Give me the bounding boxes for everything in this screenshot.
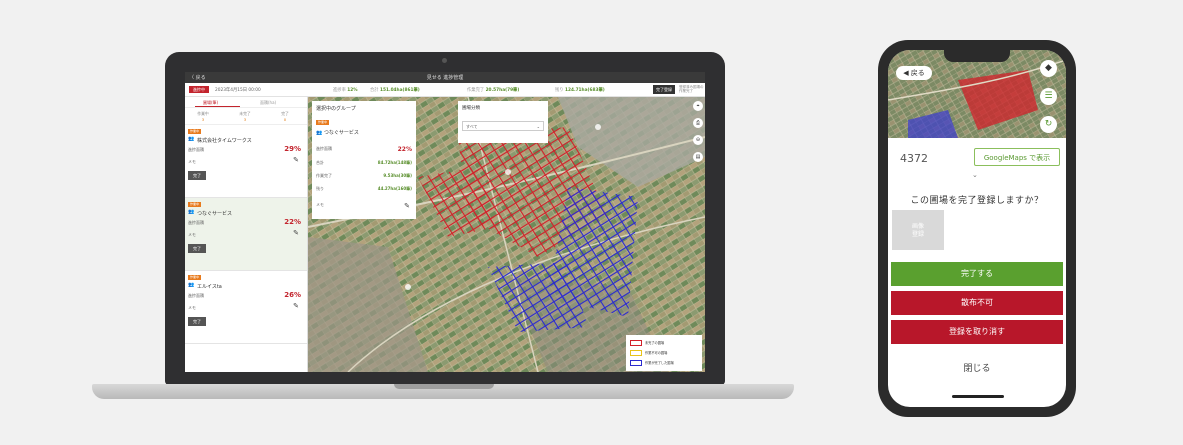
stat-done: 作業完了 20.57ha(79筆) <box>467 88 520 93</box>
legend-item: 未完了の圃場 <box>630 340 664 346</box>
memo-row: メモ <box>316 202 324 207</box>
edit-pencil-icon[interactable]: ✎ <box>404 202 410 210</box>
complete-button[interactable]: 完了 <box>188 317 206 326</box>
status-badge: 進捗中 <box>189 86 209 93</box>
zoom-out-icon[interactable]: ⊖ <box>693 135 703 145</box>
field-map[interactable]: 選択中のグループ 作業中 👥 つなぐサービス 進捗面積 22% 合計 84.72ha… <box>308 97 705 372</box>
status-tag: 作業中 <box>188 275 202 280</box>
list-icon[interactable]: ☰ <box>1040 88 1057 105</box>
group-name: エルイスta <box>197 284 222 290</box>
progress-percent: 26% <box>284 291 301 299</box>
stat-remaining: 残り 124.71ha(683筆) <box>555 88 605 93</box>
summary-row: 進捗面積 22% <box>316 146 412 153</box>
active-tab-indicator <box>195 106 240 107</box>
selected-group-panel: 選択中のグループ 作業中 👥 つなぐサービス 進捗面積 22% 合計 84.72ha… <box>312 101 416 219</box>
status-tag: 作業中 <box>316 120 330 125</box>
complete-button[interactable]: 完了 <box>188 171 206 180</box>
count-value: 3 <box>243 117 247 122</box>
progress-label: 進捗面積 <box>188 293 204 298</box>
laptop-base-notch <box>394 384 494 389</box>
phone-map[interactable]: ◀ 戻る ◆ ☰ ↻ <box>888 50 1066 138</box>
person-icon: 👥 <box>188 282 195 288</box>
complete-button[interactable]: 完了する <box>891 262 1063 286</box>
field-classification-panel: 圃場分類 すべて ⌄ <box>458 101 548 143</box>
group-card[interactable]: 作業中 👥 エルイスta 進捗面積 26% メモ ✎ 完了 <box>185 271 307 344</box>
status-tag: 作業中 <box>188 129 202 134</box>
progress-label: 進捗面積 <box>188 220 204 225</box>
legend-item: 作業が完了した圃場 <box>630 360 674 366</box>
status-counts: 作業中 3 未完了 3 完了 0 <box>185 108 307 125</box>
laptop-camera <box>442 58 447 63</box>
phone-screen: ◀ 戻る ◆ ☰ ↻ 4372 GoogleMaps で表示 ⌄ この圃場を完了… <box>888 50 1066 407</box>
app-header: 〈 戻る 見せる 進捗管理 <box>185 72 705 83</box>
group-name-text: つなぐサービス <box>323 130 359 136</box>
progress-label: 進捗面積 <box>188 147 204 152</box>
register-note: 登録済み圃場の作業完了 <box>679 85 704 93</box>
refresh-icon[interactable]: ↻ <box>1040 116 1057 133</box>
complete-button[interactable]: 完了 <box>188 244 206 253</box>
app-title: 見せる 進捗管理 <box>426 75 464 81</box>
status-tag: 作業中 <box>188 202 202 207</box>
confirm-question: この圃場を完了登録しますか？ <box>910 196 1044 206</box>
home-indicator <box>952 395 1004 398</box>
close-button[interactable]: 閉じる <box>888 361 1066 374</box>
progress-percent: 29% <box>284 145 301 153</box>
summary-row: 作業完了 9.53ha(30筆) <box>316 173 412 178</box>
layers-icon[interactable]: ▤ <box>693 152 703 162</box>
memo-label: メモ <box>188 232 196 237</box>
register-button[interactable]: 完了登録 <box>653 85 675 94</box>
map-legend: 未完了の圃場 作業不可の圃場 作業が完了した圃場 <box>626 335 702 371</box>
edit-pencil-icon[interactable]: ✎ <box>293 302 299 310</box>
stat-progress: 進捗率 12% <box>333 88 358 93</box>
count-value: 0 <box>283 117 287 122</box>
group-card[interactable]: 作業中 👥 つなぐサービス 進捗面積 22% メモ ✎ 完了 <box>185 198 307 271</box>
phone-notch <box>944 50 1010 62</box>
date-range: 2023年4月15日 00:00 <box>215 88 261 93</box>
group-name: 株式会社タイムワークス <box>197 138 252 144</box>
tab-area[interactable]: 面積(ha) <box>260 100 276 106</box>
list-tabs: 圃場(筆) 面積(ha) <box>185 97 307 108</box>
google-maps-button[interactable]: GoogleMaps で表示 <box>974 148 1060 166</box>
group-name: つなぐサービス <box>197 211 233 217</box>
group-card[interactable]: 作業中 👥 株式会社タイムワークス 進捗面積 29% メモ ✎ 完了 <box>185 125 307 198</box>
group-list-panel: 圃場(筆) 面積(ha) 作業中 3 未完了 3 完了 0 作業中 👥 株式会社… <box>185 97 308 372</box>
edit-pencil-icon[interactable]: ✎ <box>293 229 299 237</box>
locate-icon[interactable]: ⌖ <box>693 101 703 111</box>
memo-label: メモ <box>188 305 196 310</box>
summary-row: 合計 84.72ha(148筆) <box>316 160 412 165</box>
progress-bar: 進捗中 2023年4月15日 00:00 進捗率 12% 合計 151.04ha… <box>185 83 705 97</box>
edit-pencil-icon[interactable]: ✎ <box>293 156 299 164</box>
spray-impossible-button[interactable]: 散布不可 <box>891 291 1063 315</box>
photo-register-button[interactable]: 画像 登録 <box>892 210 944 250</box>
progress-percent: 22% <box>284 218 301 226</box>
chevron-down-icon: ⌄ <box>536 124 540 129</box>
count-value: 3 <box>201 117 205 122</box>
memo-label: メモ <box>188 159 196 164</box>
panel-header: 選択中のグループ <box>316 106 356 112</box>
print-icon[interactable]: ⎙ <box>693 118 703 128</box>
panel-header: 圃場分類 <box>462 106 480 111</box>
chevron-down-icon[interactable]: ⌄ <box>972 171 978 179</box>
field-id: 4372 <box>900 152 928 165</box>
person-icon: 👥 <box>188 136 195 142</box>
classification-select[interactable]: すべて ⌄ <box>462 121 544 131</box>
laptop-frame: 〈 戻る 見せる 進捗管理 進捗中 2023年4月15日 00:00 進捗率 1… <box>165 52 725 385</box>
group-name: 👥 つなぐサービス <box>316 130 359 136</box>
stat-total: 合計 151.04ha(861筆) <box>370 88 420 93</box>
phone-frame: ◀ 戻る ◆ ☰ ↻ 4372 GoogleMaps で表示 ⌄ この圃場を完了… <box>878 40 1076 417</box>
laptop-screen: 〈 戻る 見せる 進捗管理 進捗中 2023年4月15日 00:00 進捗率 1… <box>185 72 705 372</box>
back-button[interactable]: ◀ 戻る <box>896 66 932 80</box>
summary-row: 残り 44.27ha(160筆) <box>316 186 412 191</box>
legend-item: 作業不可の圃場 <box>630 350 667 356</box>
layers-icon[interactable]: ◆ <box>1040 60 1057 77</box>
person-icon: 👥 <box>188 209 195 215</box>
cancel-registration-button[interactable]: 登録を取り消す <box>891 320 1063 344</box>
